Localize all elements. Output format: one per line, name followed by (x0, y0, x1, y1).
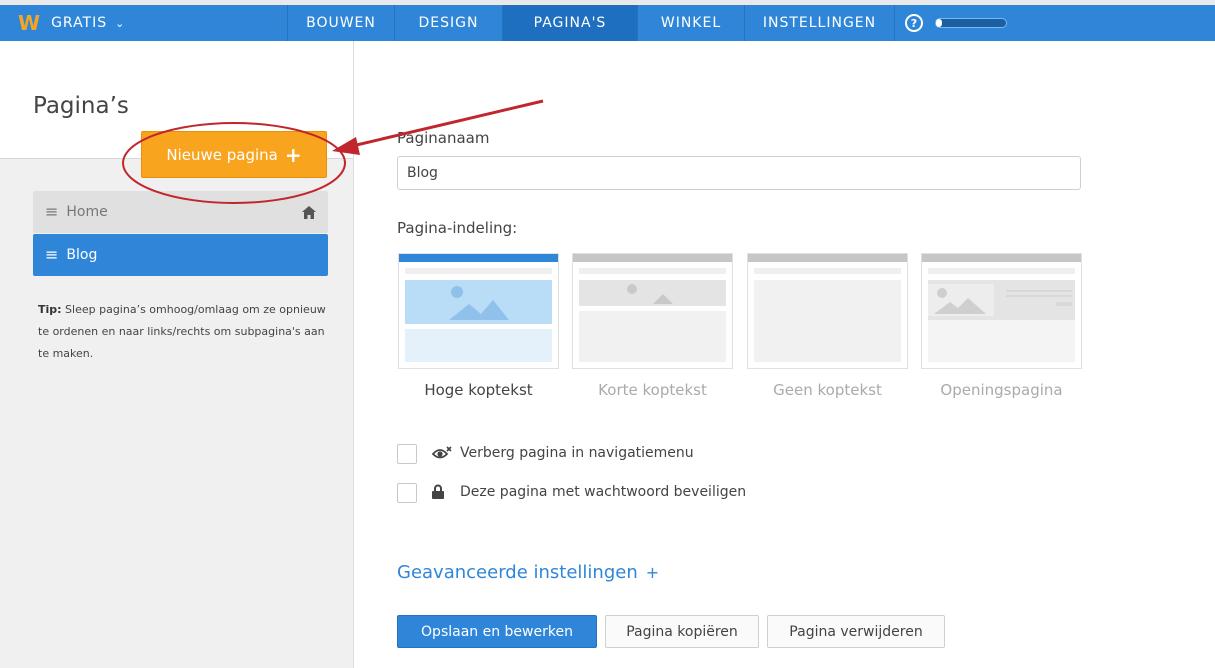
layout-option-no-header[interactable] (747, 253, 908, 369)
hidden-eye-icon (432, 446, 452, 459)
page-item-home[interactable]: ≡ Home (33, 191, 328, 233)
layout-option-landing-page[interactable] (921, 253, 1082, 369)
plan-menu[interactable]: W GRATIS ⌄ (0, 5, 288, 41)
page-item-blog[interactable]: ≡ Blog (33, 234, 328, 276)
text-lines-icon (1006, 290, 1072, 306)
button-label: Pagina kopiëren (626, 623, 738, 640)
tab-bouwen[interactable]: BOUWEN (288, 5, 395, 41)
new-page-label: Nieuwe pagina (166, 145, 278, 164)
tip-body: Sleep pagina’s omhoog/omlaag om ze opnie… (38, 303, 326, 360)
plus-icon: + (645, 563, 660, 582)
copy-page-button[interactable]: Pagina kopiëren (605, 615, 759, 648)
lock-icon (432, 484, 444, 499)
hide-in-nav-checkbox[interactable] (397, 444, 417, 464)
layout-name: Geen koptekst (773, 381, 882, 399)
tip-text: Tip: Sleep pagina’s omhoog/omlaag om ze … (38, 299, 338, 365)
page-item-label: Home (66, 204, 108, 220)
tab-label: BOUWEN (306, 15, 376, 31)
delete-page-button[interactable]: Pagina verwijderen (767, 615, 945, 648)
page-settings-panel: Paginanaam Pagina-indeling: Hoge kopteks… (354, 41, 1215, 668)
page-item-label: Blog (66, 247, 98, 263)
top-navigation-bar: W GRATIS ⌄ BOUWEN DESIGN PAGINA'S WINKEL… (0, 0, 1215, 41)
setup-progress-bar[interactable] (935, 18, 1007, 28)
sidebar-title: Pagina’s (33, 93, 129, 119)
weebly-logo-icon: W (18, 11, 41, 35)
page-name-label: Paginanaam (397, 129, 490, 147)
progress-fill (936, 19, 942, 27)
chevron-down-icon: ⌄ (115, 16, 125, 30)
password-protect-label: Deze pagina met wachtwoord beveiligen (460, 484, 747, 500)
home-icon (302, 205, 316, 219)
advanced-settings-label: Geavanceerde instellingen (397, 562, 638, 583)
password-protect-checkbox[interactable] (397, 483, 417, 503)
tab-instellingen[interactable]: INSTELLINGEN (745, 5, 895, 41)
tab-winkel[interactable]: WINKEL (638, 5, 745, 41)
image-placeholder-icon (928, 284, 994, 316)
layout-name: Hoge koptekst (424, 381, 533, 399)
tab-label: INSTELLINGEN (762, 15, 877, 31)
image-placeholder-icon (627, 284, 673, 304)
tip-label: Tip: (38, 303, 62, 316)
hide-in-nav-label: Verberg pagina in navigatiemenu (460, 445, 694, 461)
layout-option-tall-header[interactable] (398, 253, 559, 369)
image-placeholder-icon (449, 286, 509, 320)
save-and-edit-button[interactable]: Opslaan en bewerken (397, 615, 597, 648)
drag-handle-icon[interactable]: ≡ (45, 204, 58, 220)
help-button[interactable]: ? (895, 5, 933, 41)
layout-name: Korte koptekst (598, 381, 707, 399)
page-name-input[interactable] (397, 156, 1081, 190)
button-label: Opslaan en bewerken (421, 623, 573, 640)
tab-label: PAGINA'S (533, 15, 607, 31)
layout-option-short-header[interactable] (572, 253, 733, 369)
page-layout-label: Pagina-indeling: (397, 219, 518, 237)
advanced-settings-link[interactable]: Geavanceerde instellingen + (397, 562, 659, 583)
new-page-button[interactable]: Nieuwe pagina + (141, 131, 327, 178)
layout-name: Openingspagina (940, 381, 1063, 399)
help-icon: ? (905, 14, 923, 32)
drag-handle-icon[interactable]: ≡ (45, 247, 58, 263)
tab-label: DESIGN (418, 15, 479, 31)
plus-icon: + (284, 142, 302, 167)
button-label: Pagina verwijderen (789, 623, 923, 640)
tab-label: WINKEL (660, 15, 722, 31)
plan-label: GRATIS (51, 15, 108, 31)
pages-sidebar: Pagina’s Nieuwe pagina + ≡ Home ≡ Blog T… (0, 41, 354, 668)
tab-design[interactable]: DESIGN (395, 5, 503, 41)
tab-paginas[interactable]: PAGINA'S (503, 5, 638, 41)
